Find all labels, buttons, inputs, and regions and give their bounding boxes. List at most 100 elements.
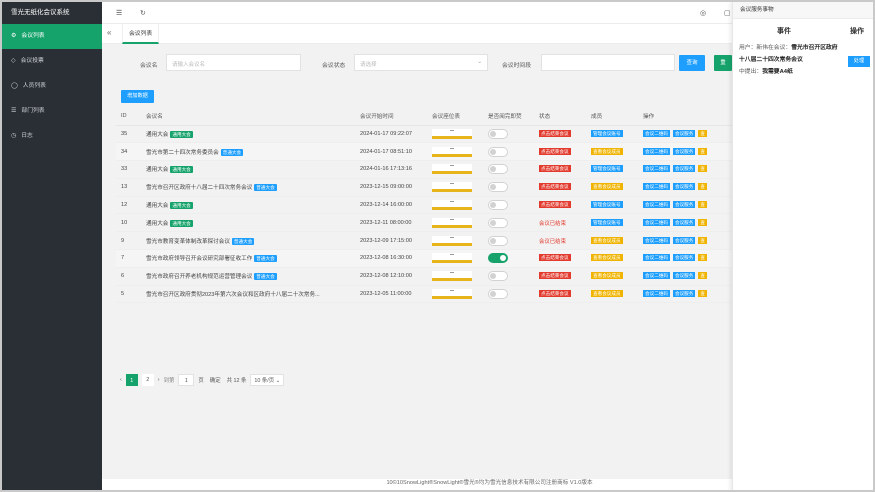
- burn-after-read-toggle[interactable]: [488, 253, 508, 264]
- end-meeting-button[interactable]: 点击结束会议: [539, 165, 571, 173]
- row-action-button[interactable]: 查: [698, 183, 707, 191]
- sidebar-item-1[interactable]: ◇ 会议投票: [2, 49, 102, 74]
- burn-after-read-toggle[interactable]: [488, 164, 508, 175]
- menu-toggle-icon[interactable]: ☰: [116, 9, 122, 17]
- seat-chart-thumbnail[interactable]: [432, 217, 472, 228]
- member-button[interactable]: 查看会议成员: [591, 236, 623, 244]
- fullscreen-icon[interactable]: ▢: [724, 9, 731, 17]
- end-meeting-button[interactable]: 点击结束会议: [539, 290, 571, 298]
- row-action-button[interactable]: 会议二维码: [643, 254, 670, 262]
- row-action-button[interactable]: 会议二维码: [643, 236, 670, 244]
- goto-page-input[interactable]: 1: [178, 374, 195, 386]
- row-action-button[interactable]: 会议二维码: [643, 165, 670, 173]
- row-action-button[interactable]: 会议二维码: [643, 290, 670, 298]
- end-meeting-button[interactable]: 点击结束会议: [539, 129, 571, 137]
- row-action-button[interactable]: 会议服务: [672, 290, 696, 298]
- row-action-button[interactable]: 查: [698, 218, 707, 226]
- row-action-button[interactable]: 查: [698, 147, 707, 155]
- time-filter-input[interactable]: [541, 54, 675, 71]
- row-action-button[interactable]: 会议服务: [672, 236, 696, 244]
- seat-chart-thumbnail[interactable]: [432, 128, 472, 139]
- sidebar-item-0[interactable]: ⚙ 会议列表: [2, 24, 102, 49]
- burn-after-read-toggle[interactable]: [488, 128, 508, 139]
- sidebar-item-4[interactable]: ◷ 日志: [2, 124, 102, 149]
- burn-after-read-toggle[interactable]: [488, 200, 508, 211]
- row-action-button[interactable]: 查: [698, 201, 707, 209]
- cell-seat: [427, 125, 483, 144]
- end-meeting-button[interactable]: 点击结束会议: [539, 147, 571, 155]
- tab-meeting-list[interactable]: 会议列表: [122, 24, 160, 44]
- row-action-button[interactable]: 会议服务: [672, 218, 696, 226]
- row-action-button[interactable]: 查: [698, 254, 707, 262]
- row-action-button[interactable]: 会议二维码: [643, 147, 670, 155]
- end-meeting-button[interactable]: 点击结束会议: [539, 254, 571, 262]
- member-button[interactable]: 管理会议账号: [591, 218, 623, 226]
- name-filter-input[interactable]: 请输入会议名: [166, 54, 301, 71]
- member-button[interactable]: 管理会议账号: [591, 165, 623, 173]
- member-button[interactable]: 管理会议账号: [591, 201, 623, 209]
- seat-chart-thumbnail[interactable]: [432, 182, 472, 193]
- burn-after-read-toggle[interactable]: [488, 235, 508, 246]
- row-action-button[interactable]: 会议服务: [672, 183, 696, 191]
- page-size-select[interactable]: 10 条/页 ⌄: [250, 374, 285, 386]
- refresh-icon[interactable]: ↻: [140, 9, 146, 17]
- row-action-button[interactable]: 会议服务: [672, 201, 696, 209]
- handle-button[interactable]: 处理: [848, 56, 870, 67]
- burn-after-read-toggle[interactable]: [488, 182, 508, 193]
- burn-after-read-toggle[interactable]: [488, 289, 508, 300]
- row-action-button[interactable]: 会议服务: [672, 147, 696, 155]
- member-button[interactable]: 查看会议成员: [591, 290, 623, 298]
- row-action-button[interactable]: 会议二维码: [643, 201, 670, 209]
- table-header-row: ID 会议名 会议开始时间 会议座位表 是否阅完即焚 状态 成员 操作: [116, 108, 732, 126]
- end-meeting-button[interactable]: 点击结束会议: [539, 201, 571, 209]
- seat-chart-thumbnail[interactable]: [432, 146, 472, 157]
- row-action-button[interactable]: 会议二维码: [643, 183, 670, 191]
- member-button[interactable]: 查看会议成员: [591, 272, 623, 280]
- page-button[interactable]: 1: [125, 374, 138, 386]
- row-action-button[interactable]: 会议服务: [672, 129, 696, 137]
- row-action-button[interactable]: 查: [698, 129, 707, 137]
- meeting-type-badge: 通用大会: [170, 166, 193, 174]
- row-action-button[interactable]: 会议二维码: [643, 218, 670, 226]
- row-action-button[interactable]: 会议二维码: [643, 129, 670, 137]
- collapse-icon[interactable]: «: [107, 28, 111, 37]
- status-filter-select[interactable]: 请选择 ⌄: [354, 54, 488, 71]
- seat-chart-thumbnail[interactable]: [432, 253, 472, 264]
- page-button[interactable]: 2: [141, 374, 154, 386]
- member-button[interactable]: 管理会议账号: [591, 129, 623, 137]
- prev-page-icon[interactable]: ‹: [120, 377, 122, 383]
- goto-confirm-button[interactable]: 确定: [208, 376, 223, 384]
- theme-icon[interactable]: ◎: [700, 9, 706, 17]
- row-action-button[interactable]: 会议服务: [672, 272, 696, 280]
- row-action-button[interactable]: 会议二维码: [643, 272, 670, 280]
- seat-chart-thumbnail[interactable]: [432, 235, 472, 246]
- end-meeting-button[interactable]: 点击结束会议: [539, 272, 571, 280]
- seat-chart-thumbnail[interactable]: [432, 200, 472, 211]
- member-button[interactable]: 查看会议成员: [591, 183, 623, 191]
- member-button[interactable]: 查看会议成员: [591, 254, 623, 262]
- sidebar-item-3[interactable]: ☰ 部门列表: [2, 99, 102, 124]
- member-button[interactable]: 查看会议成员: [591, 147, 623, 155]
- end-meeting-button[interactable]: 点击结束会议: [539, 183, 571, 191]
- cell-ops: 会议二维码 会议服务查: [638, 267, 732, 286]
- burn-after-read-toggle[interactable]: [488, 146, 508, 157]
- burn-after-read-toggle[interactable]: [488, 271, 508, 282]
- query-button[interactable]: 查询: [679, 55, 705, 71]
- burn-after-read-toggle[interactable]: [488, 217, 508, 228]
- row-action-button[interactable]: 会议服务: [672, 165, 696, 173]
- row-action-button[interactable]: 查: [698, 290, 707, 298]
- meeting-type-badge: 普通大会: [220, 148, 244, 156]
- reset-button[interactable]: 重: [714, 55, 732, 71]
- seat-chart-thumbnail[interactable]: [432, 289, 472, 300]
- seat-chart-thumbnail[interactable]: [432, 164, 472, 175]
- row-action-button[interactable]: 查: [698, 272, 707, 280]
- add-data-button[interactable]: 增加数据: [121, 90, 154, 103]
- seat-chart-thumbnail[interactable]: [432, 271, 472, 282]
- next-page-icon[interactable]: ›: [158, 377, 160, 383]
- row-action-button[interactable]: 查: [698, 236, 707, 244]
- cell-burn: [483, 125, 534, 144]
- row-action-button[interactable]: 会议服务: [672, 254, 696, 262]
- sidebar-item-2[interactable]: ◯ 人员列表: [2, 74, 102, 99]
- row-action-button[interactable]: 查: [698, 165, 707, 173]
- cell-status: 点击结束会议: [534, 285, 586, 304]
